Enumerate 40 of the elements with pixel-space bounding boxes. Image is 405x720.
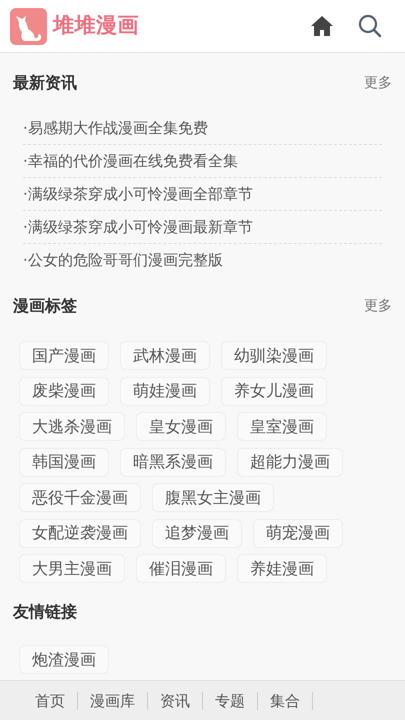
site-name: 堆堆漫画 xyxy=(53,12,140,40)
tag-link[interactable]: 女配逆袭漫画 xyxy=(19,518,141,548)
home-icon[interactable] xyxy=(310,15,334,37)
search-icon[interactable] xyxy=(358,14,382,38)
tag-link[interactable]: 养女儿漫画 xyxy=(221,376,327,406)
tag-link[interactable]: 武林漫画 xyxy=(120,341,210,370)
tag-link[interactable]: 暗黑系漫画 xyxy=(120,448,226,476)
section-title: 友情链接 xyxy=(13,601,77,623)
tag-link[interactable]: 大逃杀漫画 xyxy=(19,412,125,441)
footer-link[interactable]: 专题 xyxy=(203,692,258,710)
more-link[interactable]: 更多 xyxy=(364,296,392,316)
tag-link[interactable]: 养娃漫画 xyxy=(237,554,327,583)
tag-link[interactable]: 腹黑女主漫画 xyxy=(152,483,274,512)
tag-link[interactable]: 幼驯染漫画 xyxy=(221,341,327,370)
footer-link[interactable]: 首页 xyxy=(23,692,78,710)
tag-link[interactable]: 炮渣漫画 xyxy=(19,645,109,674)
news-link[interactable]: ·幸福的代价漫画在线免费看全集 xyxy=(23,150,238,172)
footer-link[interactable]: 漫画库 xyxy=(78,692,148,710)
tag-link[interactable]: 萌宠漫画 xyxy=(253,518,343,548)
cat-logo-icon xyxy=(10,8,47,44)
tag-link[interactable]: 国产漫画 xyxy=(19,341,109,370)
tag-link[interactable]: 催泪漫画 xyxy=(136,554,226,583)
section-title: 最新资讯 xyxy=(13,72,77,94)
tag-link[interactable]: 韩国漫画 xyxy=(19,448,109,476)
more-link[interactable]: 更多 xyxy=(364,72,392,94)
tag-link[interactable]: 萌娃漫画 xyxy=(120,376,210,406)
footer-link[interactable]: 资讯 xyxy=(148,692,203,710)
section-title: 漫画标签 xyxy=(13,295,77,317)
news-link[interactable]: ·满级绿茶穿成小可怜漫画最新章节 xyxy=(23,216,253,238)
footer-link[interactable]: 集合 xyxy=(258,692,313,710)
tag-link[interactable]: 大男主漫画 xyxy=(19,554,125,583)
news-link[interactable]: ·公女的危险哥哥们漫画完整版 xyxy=(23,249,223,272)
tag-link[interactable]: 恶役千金漫画 xyxy=(19,483,141,512)
tag-link[interactable]: 皇女漫画 xyxy=(136,412,226,441)
tag-link[interactable]: 追梦漫画 xyxy=(152,518,242,548)
news-link[interactable]: ·易感期大作战漫画全集免费 xyxy=(23,116,208,140)
tag-link[interactable]: 皇室漫画 xyxy=(237,412,327,441)
tag-link[interactable]: 废柴漫画 xyxy=(19,376,109,406)
tag-link[interactable]: 超能力漫画 xyxy=(237,448,343,476)
news-link[interactable]: ·满级绿茶穿成小可怜漫画全部章节 xyxy=(23,182,253,206)
